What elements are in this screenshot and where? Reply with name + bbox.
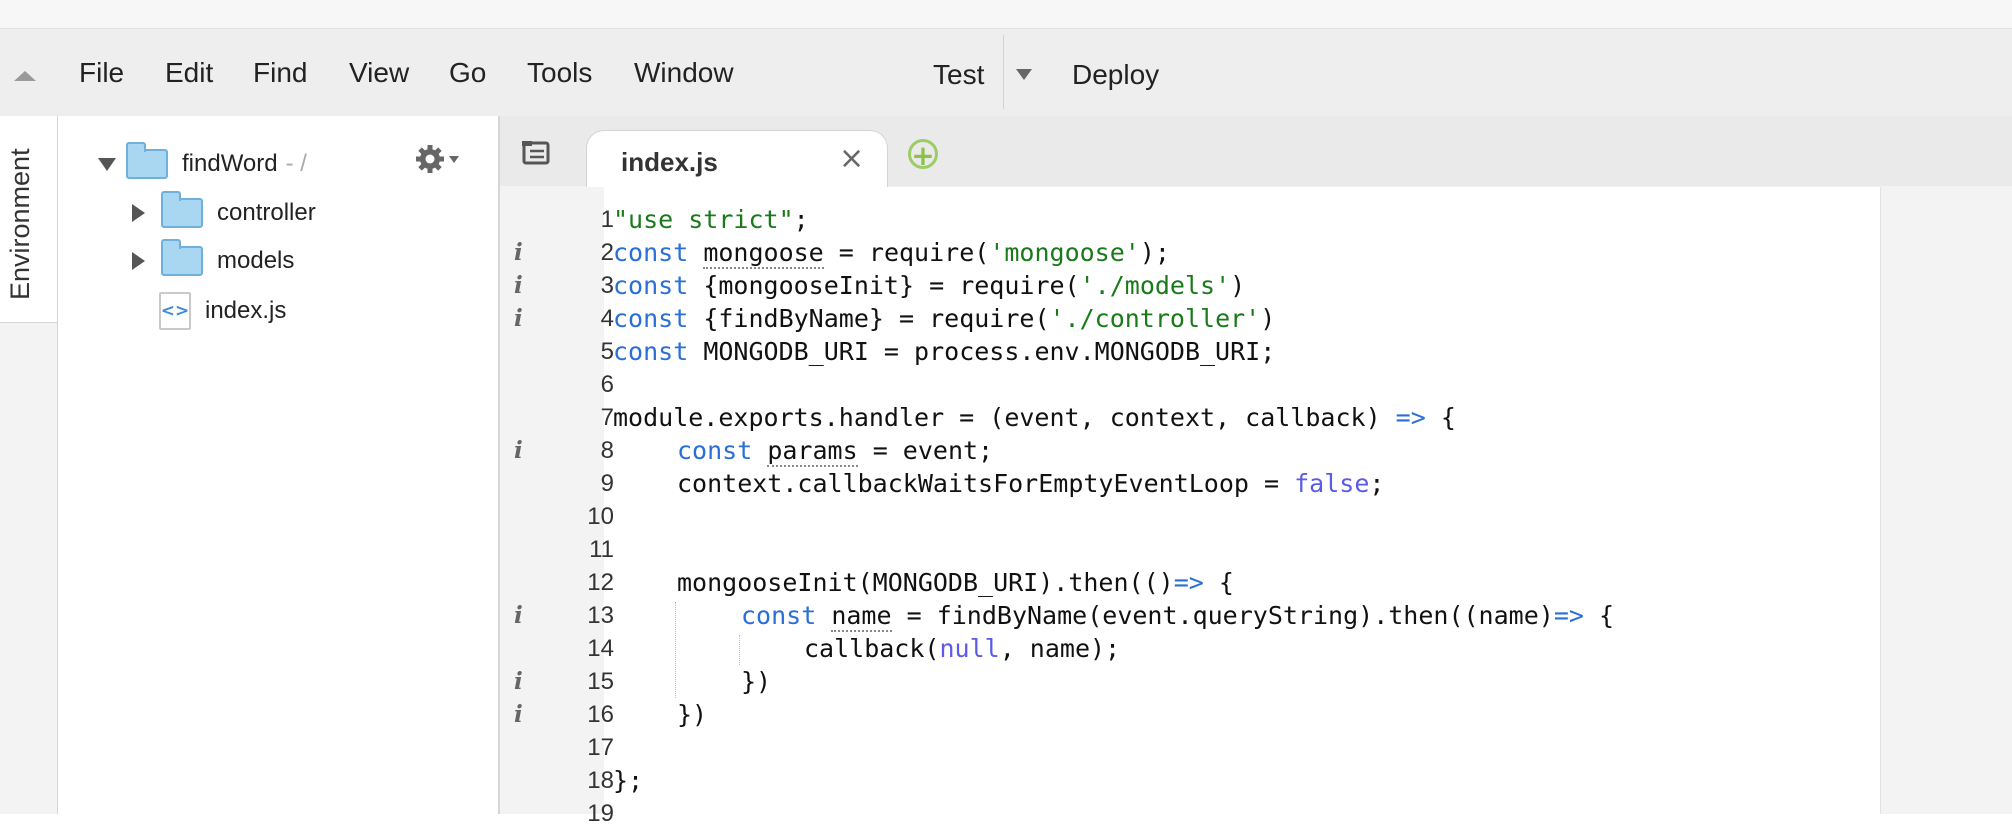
menu-bar: File Edit Find View Go Tools Window Test… [0, 28, 2012, 118]
line-number: 4 [600, 305, 614, 332]
collapse-menu-icon[interactable] [14, 71, 36, 81]
gear-dropdown-icon [449, 155, 459, 163]
code-line-12: mongooseInit(MONGODB_URI).then(()=> { [677, 568, 1234, 597]
folder-icon [161, 239, 203, 276]
tab-list-button[interactable] [520, 140, 554, 173]
code-line-1: "use strict"; [613, 205, 809, 234]
menu-go[interactable]: Go [449, 57, 486, 89]
code-line-9: context.callbackWaitsForEmptyEventLoop =… [677, 469, 1385, 498]
code-line-3: const {mongooseInit} = require('./models… [613, 271, 1246, 300]
tree-item-label: controller [217, 199, 316, 226]
environment-tab-label: Environment [5, 148, 35, 300]
line-number: 6 [600, 371, 614, 398]
indent-guide [739, 635, 740, 665]
code-line-15: }) [741, 667, 772, 696]
line-number: 10 [587, 503, 614, 530]
tree-item-root-folder[interactable]: findWord - / [98, 142, 307, 184]
tree-item-index-js[interactable]: <> index.js [159, 291, 286, 331]
line-number: 7 [600, 404, 614, 431]
test-button[interactable]: Test [933, 59, 984, 91]
code-line-16: }) [677, 700, 708, 729]
info-marker-icon[interactable]: i [514, 599, 523, 632]
info-marker-icon[interactable]: i [514, 434, 523, 467]
line-number: 18 [587, 767, 614, 794]
code-line-7: module.exports.handler = (event, context… [613, 403, 1456, 432]
line-number: 17 [587, 734, 614, 761]
code-line-2: const mongoose = require('mongoose'); [613, 238, 1170, 269]
code-line-4: const {findByName} = require('./controll… [613, 304, 1276, 333]
line-number: 12 [587, 569, 614, 596]
line-number: 3 [600, 272, 614, 299]
side-panel-strip [0, 323, 58, 814]
tab-list-icon [522, 141, 550, 165]
collapsed-arrow-icon[interactable] [132, 204, 145, 222]
root-folder-path: - / [285, 150, 307, 177]
line-number: 2 [600, 239, 614, 266]
indent-guide [675, 602, 676, 698]
tree-item-label: models [217, 247, 295, 274]
test-dropdown-icon[interactable] [1016, 69, 1032, 80]
code-line-5: const MONGODB_URI = process.env.MONGODB_… [613, 337, 1276, 366]
line-number: 8 [600, 437, 614, 464]
close-tab-icon[interactable]: × [839, 141, 864, 176]
tree-item-controller[interactable]: controller [132, 191, 316, 233]
deploy-button[interactable]: Deploy [1072, 59, 1159, 91]
menu-find[interactable]: Find [253, 57, 307, 89]
line-number: 13 [587, 602, 614, 629]
gear-icon [416, 145, 444, 173]
info-marker-icon[interactable]: i [514, 665, 523, 698]
root-folder-name: findWord [182, 150, 278, 177]
line-number: 1 [600, 206, 614, 233]
tree-item-models[interactable]: models [132, 239, 295, 281]
info-marker-icon[interactable]: i [514, 698, 523, 731]
info-marker-icon[interactable]: i [514, 236, 523, 269]
tab-index-js[interactable]: index.js × [586, 130, 888, 189]
js-file-icon: <> [159, 292, 191, 330]
line-number: 15 [587, 668, 614, 695]
line-number: 5 [600, 338, 614, 365]
code-line-18: }; [613, 766, 644, 795]
menu-edit[interactable]: Edit [165, 57, 213, 89]
tab-label: index.js [621, 147, 718, 177]
menu-file[interactable]: File [79, 57, 124, 89]
line-number: 11 [589, 536, 614, 563]
folder-icon [126, 142, 168, 179]
code-line-13: const name = findByName(event.queryStrin… [741, 601, 1615, 632]
folder-icon [161, 191, 203, 228]
info-marker-icon[interactable]: i [514, 302, 523, 335]
code-line-8: const params = event; [677, 436, 994, 467]
collapsed-arrow-icon[interactable] [132, 252, 145, 270]
expanded-arrow-icon[interactable] [98, 157, 116, 171]
window-top-strip [0, 0, 2012, 28]
menu-tools[interactable]: Tools [527, 57, 592, 89]
info-marker-icon[interactable]: i [514, 269, 523, 302]
menu-view[interactable]: View [349, 57, 409, 89]
line-number: 14 [587, 635, 614, 662]
print-margin [1880, 187, 1881, 814]
toolbar-divider [1003, 35, 1004, 109]
add-tab-icon[interactable]: + [908, 139, 938, 170]
tree-item-label: index.js [205, 297, 287, 324]
line-number: 9 [600, 470, 614, 497]
code-line-14: callback(null, name); [804, 634, 1121, 663]
menu-window[interactable]: Window [634, 57, 734, 89]
tree-settings-button[interactable] [414, 143, 459, 175]
line-number: 16 [587, 701, 614, 728]
